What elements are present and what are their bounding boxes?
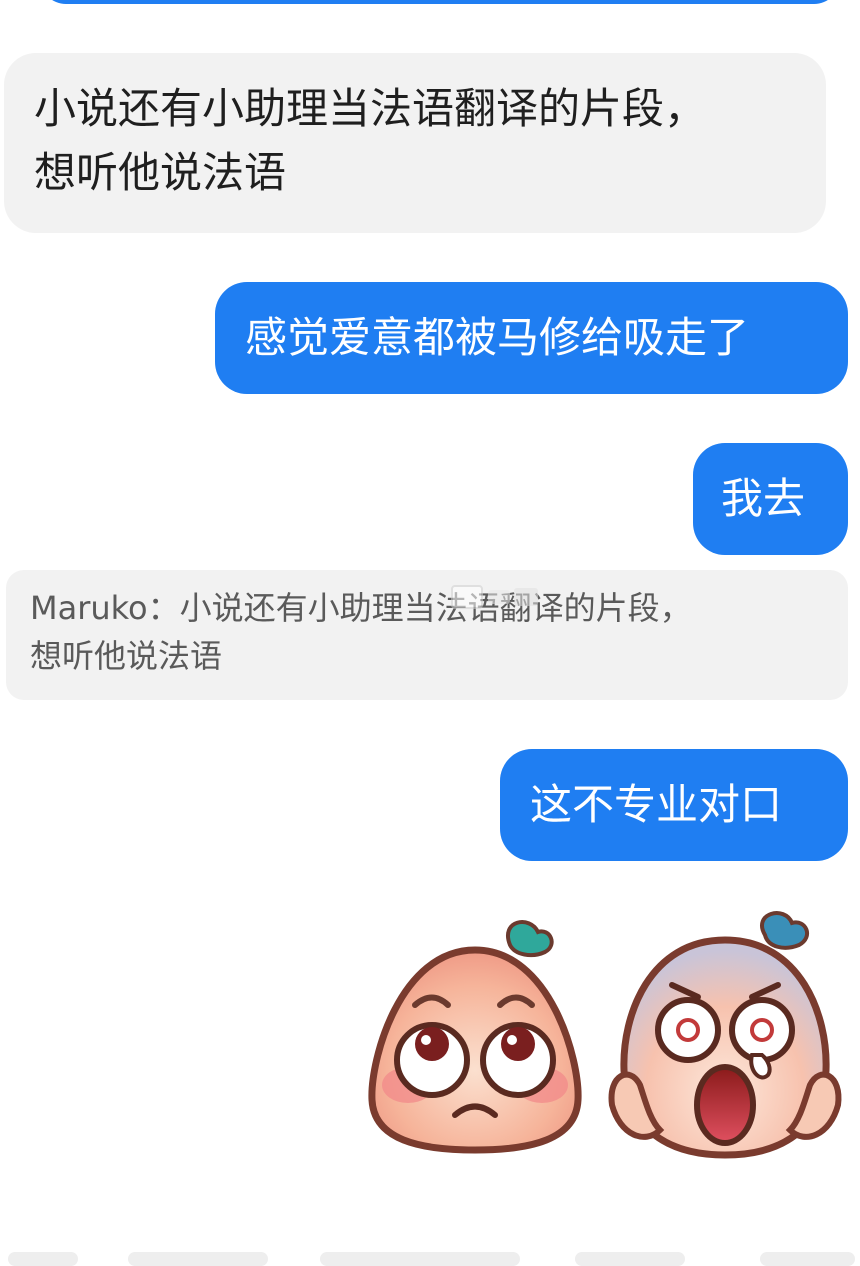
shocked-crying-sticker[interactable]	[600, 905, 850, 1165]
bottom-chip	[575, 1252, 685, 1266]
message-text: 我去	[721, 474, 806, 523]
peach-face-scream-icon	[608, 911, 842, 1159]
bottom-chip	[760, 1252, 855, 1266]
quote-separator: ：	[147, 589, 180, 627]
quoted-message-card[interactable]: Maruko：小说还有小助理当法语翻译的片段， 想听他说法语	[6, 570, 848, 700]
peach-face-eye-roll-icon	[368, 920, 582, 1154]
sent-message-bubble[interactable]: 我去	[693, 443, 848, 555]
rolling-eyes-sticker[interactable]	[360, 910, 590, 1160]
previous-sent-bubble-edge	[40, 0, 840, 4]
message-text: 小说还有小助理当法语翻译的片段， 想听他说法语	[34, 84, 707, 197]
received-message-bubble[interactable]: 小说还有小助理当法语翻译的片段， 想听他说法语	[4, 53, 826, 233]
bottom-chip	[320, 1252, 520, 1266]
bottom-chip	[128, 1252, 268, 1266]
sent-message-bubble[interactable]: 这不专业对口	[500, 749, 848, 861]
sent-message-bubble[interactable]: 感觉爱意都被马修给吸走了	[215, 282, 848, 394]
quote-sender-name: Maruko	[30, 589, 148, 627]
bottom-chip	[8, 1252, 78, 1266]
message-text: 这不专业对口	[530, 780, 783, 829]
message-text: 感觉爱意都被马修给吸走了	[245, 313, 750, 362]
